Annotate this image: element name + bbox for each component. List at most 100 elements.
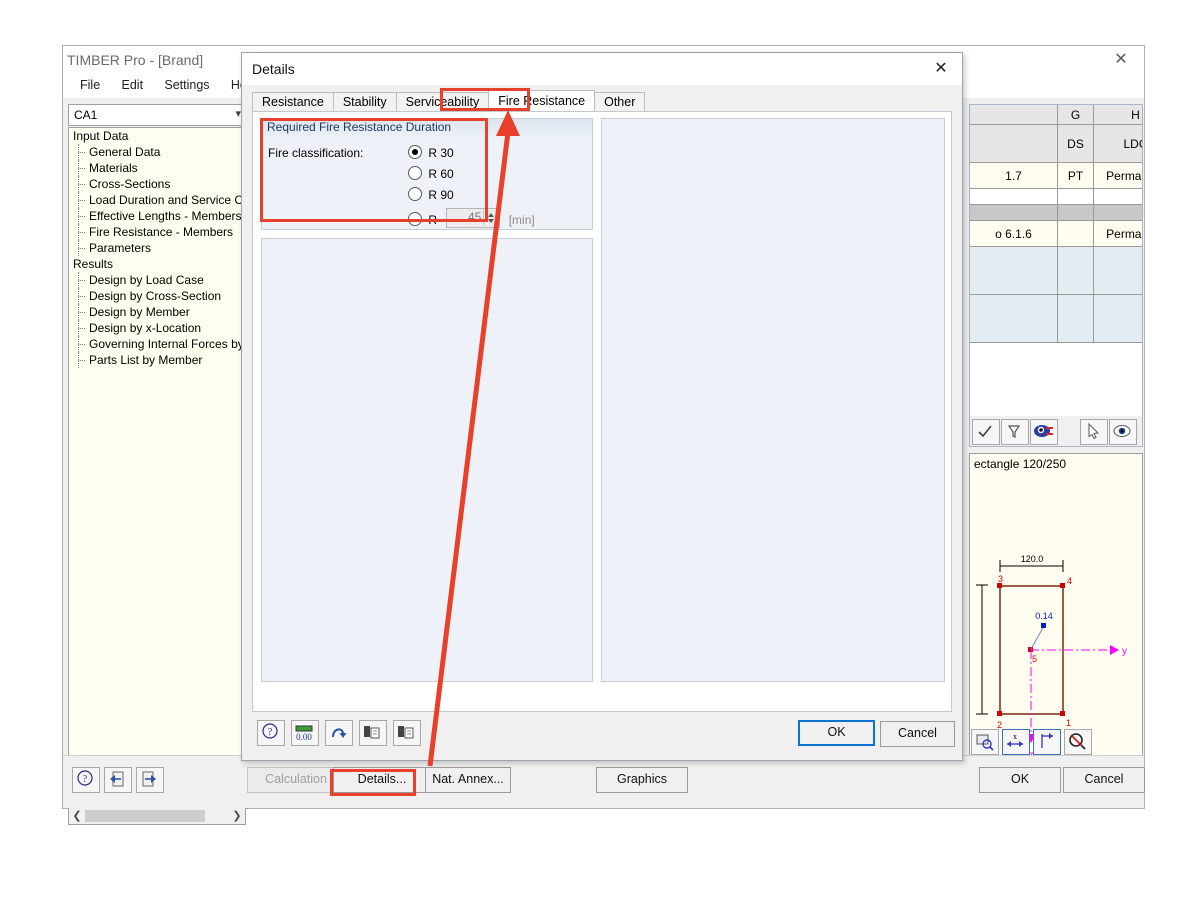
- radio-icon[interactable]: [408, 166, 422, 180]
- panel-heading: Required Fire Resistance Duration: [262, 119, 592, 136]
- help-icon[interactable]: ?: [72, 767, 100, 793]
- table-row[interactable]: o 6.1.6 Permanent: [970, 221, 1142, 247]
- tree-item-label: Design by x-Location: [89, 321, 202, 335]
- dimension-x-icon[interactable]: x: [1002, 729, 1030, 755]
- tree-item-label: General Data: [89, 145, 161, 159]
- tree-item[interactable]: General Data: [69, 144, 247, 160]
- tree-item[interactable]: Parameters: [69, 240, 247, 256]
- scrollbar-thumb[interactable]: [85, 810, 205, 822]
- calculation-button[interactable]: Calculation: [247, 767, 345, 793]
- radio-option-r-custom[interactable]: R 45 [min]: [408, 208, 535, 228]
- table-cell: o 6.1.6: [970, 221, 1058, 247]
- svg-text:5: 5: [1032, 654, 1037, 664]
- graphics-button[interactable]: Graphics: [596, 767, 688, 793]
- fire-duration-unit: [min]: [508, 213, 535, 227]
- tree-horizontal-scrollbar[interactable]: ❮ ❯: [68, 807, 246, 825]
- import-icon[interactable]: [104, 767, 132, 793]
- table-row[interactable]: DSLDC: [970, 125, 1142, 163]
- tree-item[interactable]: Design by Load Case: [69, 272, 247, 288]
- table-row[interactable]: [970, 247, 1142, 295]
- results-table[interactable]: GHDSLDC1.7PTPermanento 6.1.6Permanent: [969, 104, 1143, 418]
- radio-option-r60[interactable]: R 60: [408, 166, 454, 181]
- radio-option-r30[interactable]: R 30: [408, 145, 454, 160]
- close-icon[interactable]: ✕: [928, 58, 954, 80]
- tab-serviceability[interactable]: Serviceability: [395, 92, 490, 113]
- tree-item[interactable]: Fire Resistance - Members: [69, 224, 247, 240]
- radio-icon[interactable]: [408, 145, 422, 159]
- tree-item[interactable]: Effective Lengths - Members: [69, 208, 247, 224]
- tab-resistance[interactable]: Resistance: [252, 92, 334, 113]
- scroll-left-icon[interactable]: ❮: [70, 809, 84, 823]
- tree-item[interactable]: Parts List by Member: [69, 352, 247, 368]
- nat-annex-button[interactable]: Nat. Annex...: [425, 767, 511, 793]
- tree-item[interactable]: Input Data: [69, 128, 247, 144]
- menu-item-edit[interactable]: Edit: [113, 76, 153, 94]
- table-cell: [1058, 205, 1094, 221]
- radio-option-r90[interactable]: R 90: [408, 187, 454, 202]
- radio-icon[interactable]: [408, 187, 422, 201]
- tab-other[interactable]: Other: [594, 92, 646, 113]
- undo-icon[interactable]: [325, 720, 353, 746]
- table-cell: Permanent: [1094, 163, 1142, 189]
- check-icon[interactable]: [972, 419, 1000, 445]
- main-ok-button[interactable]: OK: [979, 767, 1061, 793]
- svg-text:4: 4: [1067, 576, 1072, 586]
- scroll-right-icon[interactable]: ❯: [230, 809, 244, 823]
- details-dialog-titlebar: Details ✕: [242, 53, 962, 85]
- dimension-z-icon[interactable]: [1033, 729, 1061, 755]
- units-icon[interactable]: 0.00: [291, 720, 319, 746]
- tree-item[interactable]: Cross-Sections: [69, 176, 247, 192]
- table-cell: G: [1058, 105, 1094, 125]
- table-cell: [970, 125, 1058, 163]
- tab-stability[interactable]: Stability: [332, 92, 397, 113]
- eye-icon[interactable]: [1109, 419, 1137, 445]
- filter-icon[interactable]: [1001, 419, 1029, 445]
- fire-duration-stepper[interactable]: 45: [446, 208, 501, 228]
- table-row[interactable]: [970, 189, 1142, 205]
- tree-item[interactable]: Design by Cross-Section: [69, 288, 247, 304]
- menu-item-file[interactable]: File: [71, 76, 109, 94]
- tree-item[interactable]: Materials: [69, 160, 247, 176]
- tree-item-label: Design by Member: [89, 305, 190, 319]
- svg-text:0.14: 0.14: [1035, 611, 1053, 621]
- svg-text:x: x: [1013, 732, 1017, 741]
- cross-section-title: ectangle 120/250: [974, 457, 1067, 471]
- details-tab-content: Required Fire Resistance Duration Fire c…: [252, 111, 952, 712]
- tree-item[interactable]: Governing Internal Forces by Member: [69, 336, 247, 352]
- close-icon[interactable]: ✕: [1104, 49, 1138, 71]
- stepper-arrows[interactable]: [483, 210, 499, 226]
- details-dialog: Details ✕ Resistance Stability Serviceabil…: [241, 52, 963, 761]
- tree-item-label: Effective Lengths - Members: [89, 209, 242, 223]
- table-row[interactable]: [970, 295, 1142, 343]
- dialog-cancel-button[interactable]: Cancel: [880, 721, 955, 747]
- tree-item-label: Parts List by Member: [89, 353, 203, 367]
- tree-item[interactable]: Load Duration and Service Class: [69, 192, 247, 208]
- tree-item-label: Design by Load Case: [89, 273, 204, 287]
- table-row[interactable]: 1.7PTPermanent: [970, 163, 1142, 189]
- radio-icon[interactable]: [408, 212, 422, 226]
- table-row[interactable]: GH: [970, 105, 1142, 125]
- zoom-window-icon[interactable]: [971, 729, 999, 755]
- load-case-combo[interactable]: CA1 ▾: [68, 104, 248, 126]
- colors-icon[interactable]: [1030, 419, 1058, 445]
- export-icon[interactable]: [136, 767, 164, 793]
- tree-item[interactable]: Results: [69, 256, 247, 272]
- copy-from-icon[interactable]: [359, 720, 387, 746]
- tree-item[interactable]: Design by Member: [69, 304, 247, 320]
- dialog-ok-button[interactable]: OK: [798, 720, 875, 746]
- navigation-tree[interactable]: Input Data General Data Materials Cross-Sec…: [68, 127, 248, 809]
- table-cell: [1094, 205, 1142, 221]
- tree-item[interactable]: Design by x-Location: [69, 320, 247, 336]
- details-button[interactable]: Details...: [333, 767, 431, 793]
- copy-to-icon[interactable]: [393, 720, 421, 746]
- tab-fire-resistance[interactable]: Fire Resistance: [488, 90, 596, 113]
- table-cell: LDC: [1094, 125, 1142, 163]
- help-icon[interactable]: ?: [257, 720, 285, 746]
- table-row[interactable]: [970, 205, 1142, 221]
- table-cell: [970, 295, 1058, 343]
- main-cancel-button[interactable]: Cancel: [1063, 767, 1145, 793]
- tree-item-label: Materials: [89, 161, 138, 175]
- menu-item-settings[interactable]: Settings: [155, 76, 218, 94]
- zoom-reset-icon[interactable]: [1064, 729, 1092, 755]
- pointer-icon[interactable]: [1080, 419, 1108, 445]
